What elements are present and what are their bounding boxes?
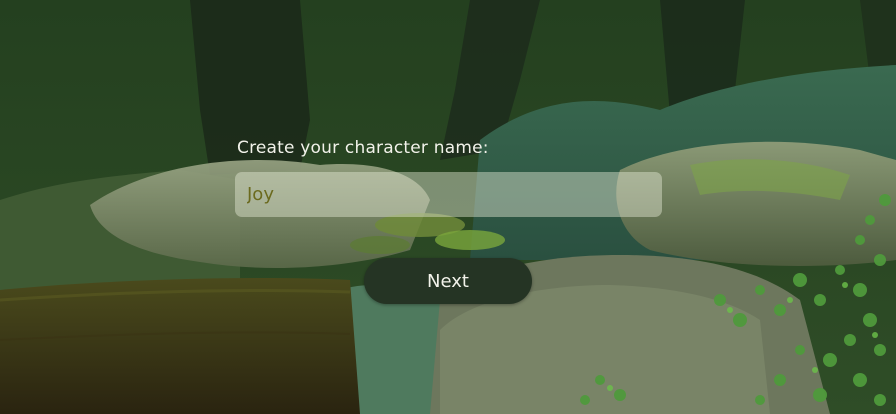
character-name-input[interactable]	[235, 172, 662, 217]
character-creation-screen: Create your character name: Next	[0, 0, 896, 414]
character-name-label: Create your character name:	[237, 138, 489, 158]
character-name-field-container	[235, 172, 662, 217]
next-button[interactable]: Next	[364, 258, 532, 304]
